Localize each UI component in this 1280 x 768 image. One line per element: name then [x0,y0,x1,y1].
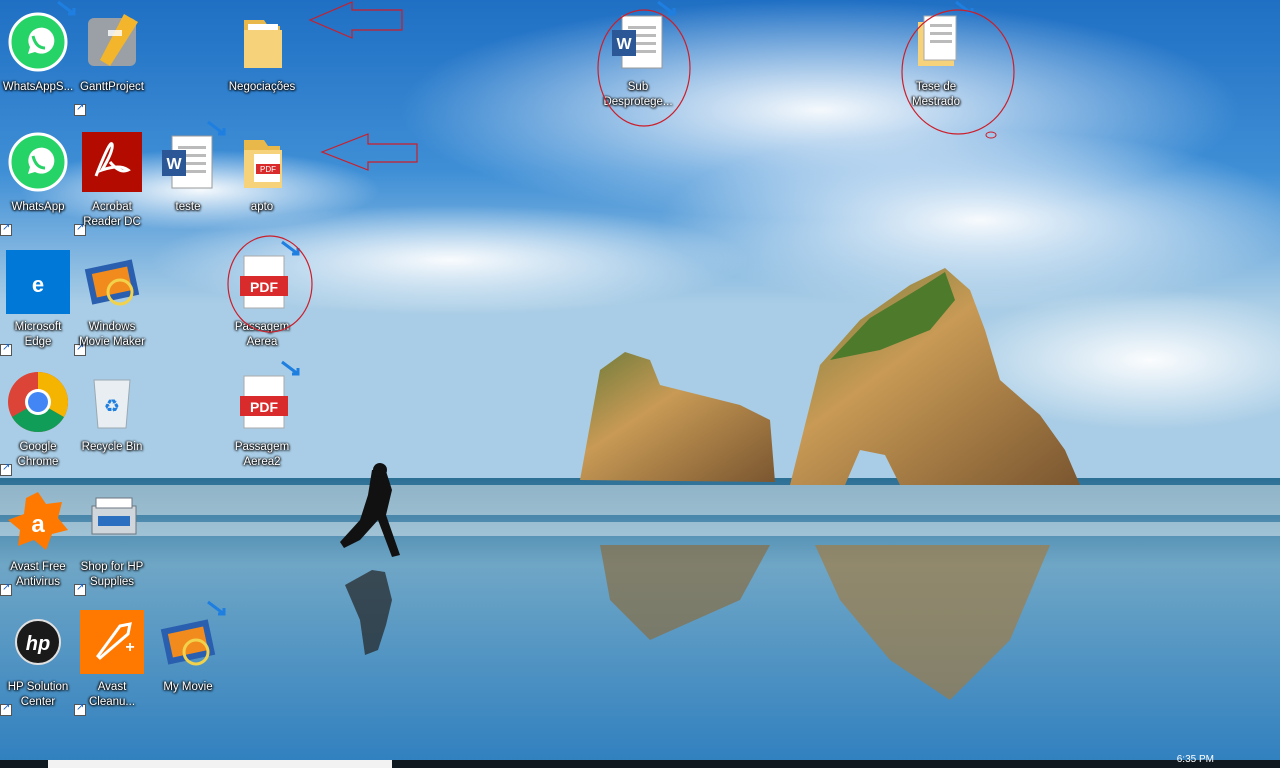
desktop-icon-passagem-aerea[interactable]: PDF Passagem Aerea [224,240,300,356]
svg-text:♻: ♻ [104,396,120,417]
desktop-icon-my-movie[interactable]: My Movie [150,600,226,716]
movie-maker-icon [160,619,216,666]
desktop-icon-whatsapp[interactable]: WhatsApp [0,124,76,236]
desktop-icon-avast-free-antivirus[interactable]: a Avast Free Antivirus [0,484,76,596]
desktop-icon-microsoft-edge[interactable]: e Microsoft Edge [0,244,76,356]
word-doc-icon: W [162,135,213,189]
desktop-icon-whatsapps[interactable]: WhatsAppS... [0,0,76,116]
edge-icon: e [6,250,70,314]
icon-label: Microsoft Edge [14,321,62,348]
icon-label: WhatsAppS... [2,81,74,93]
desktop-icon-hp-solution-center[interactable]: hp HP Solution Center [0,604,76,716]
desktop-icon-tese-de-mestrado[interactable]: Tese de Mestrado [898,0,974,116]
desktop-icon-recycle-bin[interactable]: ♻ Recycle Bin [74,364,150,476]
icon-label: HP Solution Center [7,681,69,708]
sync-icon [207,120,226,136]
sync-icon [955,0,974,16]
taskbar-clock[interactable]: 6:35 PM [1177,754,1214,765]
sync-icon [281,240,300,256]
svg-text:PDF: PDF [260,165,276,174]
desktop-icon-avast-cleanup[interactable]: + Avast Cleanu... [74,604,150,716]
icon-label: GanttProject [80,81,144,93]
desktop-icon-windows-movie-maker[interactable]: Windows Movie Maker [74,244,150,356]
desktop-icon-apto[interactable]: PDF apto [224,124,300,236]
hp-icon: hp [15,619,61,665]
svg-text:hp: hp [26,633,50,655]
whatsapp-icon [8,132,68,192]
icon-label: Passagem Aerea2 [234,441,290,468]
svg-text:e: e [32,272,44,297]
pdf-icon: PDF [240,375,288,429]
icon-label: teste [175,201,201,213]
folder-pdf-icon: PDF [244,140,282,188]
document-icon [918,15,957,66]
svg-text:W: W [616,36,632,53]
svg-text:W: W [166,156,182,173]
sync-icon [657,0,676,16]
icon-label: My Movie [163,681,213,693]
hp-shop-icon [91,497,137,535]
shortcut-arrow-icon [0,222,12,236]
pdf-icon: PDF [240,255,288,309]
svg-text:PDF: PDF [250,279,278,295]
avast-icon: a [8,492,68,550]
shortcut-arrow-icon [74,102,86,116]
desktop-icon-shop-for-hp-supplies[interactable]: Shop for HP Supplies [74,484,150,596]
icon-label: Avast Free Antivirus [10,561,66,588]
desktop-icon-acrobat-reader[interactable]: Acrobat Reader DC [74,124,150,236]
icon-label: Passagem Aerea [234,321,290,348]
sync-icon [281,360,300,376]
desktop-icon-negociacoes[interactable]: Negociações [224,4,300,116]
desktop-icon-google-chrome[interactable]: Google Chrome [0,364,76,476]
icon-label: Recycle Bin [81,441,143,453]
sync-icon [57,0,76,16]
chrome-icon [8,372,69,433]
svg-text:+: + [125,639,134,656]
svg-text:PDF: PDF [250,399,278,415]
icon-label: Avast Cleanu... [88,681,136,708]
gantt-icon [88,14,138,66]
icon-label: Windows Movie Maker [79,321,145,348]
icon-label: Acrobat Reader DC [83,201,141,228]
icon-label: apto [250,201,274,213]
icon-label: Sub Desprotege... [603,81,673,108]
desktop-icon-teste[interactable]: W teste [150,120,226,236]
acrobat-icon [82,132,142,192]
sync-icon [207,600,226,616]
desktop-icon-passagem-aerea2[interactable]: PDF Passagem Aerea2 [224,360,300,476]
desktop-icon-sub-desprotege[interactable]: W Sub Desprotege... [600,0,676,116]
icon-label: Google Chrome [17,441,59,468]
recycle-bin-icon: ♻ [93,379,131,429]
icon-label: Shop for HP Supplies [80,561,144,588]
folder-icon [244,20,282,68]
taskbar-search-box[interactable] [48,760,392,768]
icon-label: Tese de Mestrado [912,81,960,108]
icon-label: WhatsApp [11,201,65,213]
movie-maker-icon [84,259,140,306]
word-doc-icon: W [612,15,663,69]
taskbar: 6:35 PM [0,754,1280,768]
svg-text:a: a [31,511,45,538]
avast-cleanup-icon: + [80,610,144,674]
whatsapp-icon [8,12,68,72]
desktop-icon-ganttproject[interactable]: GanttProject [74,4,150,116]
icon-label: Negociações [228,81,296,93]
